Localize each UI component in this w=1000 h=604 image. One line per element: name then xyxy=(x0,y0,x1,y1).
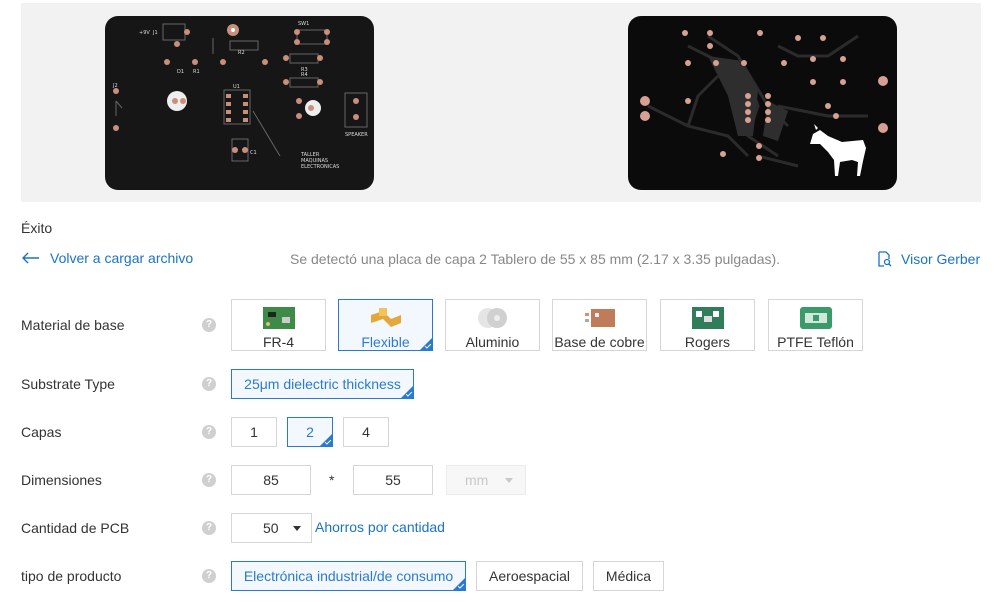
deer-logo xyxy=(810,124,866,176)
width-input[interactable]: 55 xyxy=(353,465,433,495)
help-icon[interactable]: ? xyxy=(202,318,216,332)
pcb-preview: +9V J1 SW1 R2 D1 R1 R3 R4 J2 U1 SPEAKER … xyxy=(21,3,981,202)
file-search-icon xyxy=(878,251,892,267)
layers-1[interactable]: 1 xyxy=(231,417,277,447)
rogers-pcb-icon xyxy=(691,307,724,329)
ptfe-pcb-icon xyxy=(799,307,832,329)
fr4-board-icon xyxy=(262,307,295,329)
dimensions-label: Dimensiones xyxy=(21,472,102,488)
layers-4[interactable]: 4 xyxy=(343,417,389,447)
chevron-down-icon xyxy=(293,526,301,531)
layers-label: Capas xyxy=(21,424,62,440)
copper-base-icon xyxy=(584,309,615,327)
label-speaker: SPEAKER xyxy=(345,132,368,138)
chevron-down-icon xyxy=(505,478,513,483)
material-base-de-cobre[interactable]: Base de cobre xyxy=(552,299,647,351)
material-ptfe-teflon-label: PTFE Teflón xyxy=(777,334,854,350)
unit-select-value: mm xyxy=(465,472,489,488)
label-sw1: SW1 xyxy=(298,21,309,27)
unit-select[interactable]: mm xyxy=(446,465,526,495)
help-icon[interactable]: ? xyxy=(202,569,216,583)
label-r2: R2 xyxy=(238,50,245,56)
detection-message: Se detectó una placa de capa 2 Tablero d… xyxy=(290,251,781,267)
substrate-label: Substrate Type xyxy=(21,376,115,392)
dimension-separator: * xyxy=(329,472,335,488)
product-type-label: tipo de producto xyxy=(21,568,122,584)
material-flexible-label: Flexible xyxy=(361,334,410,350)
material-rogers-label: Rogers xyxy=(684,334,731,350)
material-ptfe-teflon[interactable]: PTFE Teflón xyxy=(768,299,863,351)
upload-status: Éxito xyxy=(21,220,53,236)
material-aluminio[interactable]: Aluminio xyxy=(445,299,540,351)
label-c1: C1 xyxy=(250,150,257,156)
gerber-viewer-label: Visor Gerber xyxy=(901,251,981,267)
pcb-top-view: +9V J1 SW1 R2 D1 R1 R3 R4 J2 U1 SPEAKER … xyxy=(105,16,374,190)
help-icon[interactable]: ? xyxy=(202,521,216,535)
product-type-industrial[interactable]: Electrónica industrial/de consumo xyxy=(231,561,466,591)
quantity-select[interactable]: 50 xyxy=(231,513,312,543)
label-r4: R4 xyxy=(301,72,308,78)
length-input[interactable]: 85 xyxy=(231,465,311,495)
arrow-left-icon xyxy=(22,252,39,264)
help-icon[interactable]: ? xyxy=(202,377,216,391)
quantity-value: 50 xyxy=(263,520,279,536)
label-u1: U1 xyxy=(233,84,240,90)
gerber-viewer-link[interactable]: Visor Gerber xyxy=(876,251,980,267)
pcb-bottom-view xyxy=(628,16,897,190)
back-to-upload-label: Volver a cargar archivo xyxy=(50,250,194,266)
help-icon[interactable]: ? xyxy=(202,425,216,439)
label-j2: J2 xyxy=(112,83,118,89)
aluminum-pcb-icon xyxy=(477,308,507,328)
material-flexible[interactable]: Flexible xyxy=(338,299,433,351)
material-rogers[interactable]: Rogers xyxy=(660,299,755,351)
back-to-upload-link[interactable]: Volver a cargar archivo xyxy=(21,250,193,266)
flex-pcb-icon xyxy=(370,308,401,327)
quantity-label: Cantidad de PCB xyxy=(21,520,130,536)
layers-2[interactable]: 2 xyxy=(287,417,333,447)
material-base-de-cobre-label: Base de cobre xyxy=(554,334,645,350)
label-taller-3: ELECTRONICAS xyxy=(301,164,339,170)
material-fr4[interactable]: FR-4 xyxy=(231,299,326,351)
label-r1: R1 xyxy=(193,69,200,75)
help-icon[interactable]: ? xyxy=(202,473,216,487)
label-d1: D1 xyxy=(177,69,184,75)
product-type-aeroespacial[interactable]: Aeroespacial xyxy=(476,561,583,591)
product-type-medica[interactable]: Médica xyxy=(593,561,664,591)
material-fr4-label: FR-4 xyxy=(262,334,295,350)
substrate-25um[interactable]: 25μm dielectric thickness xyxy=(231,369,414,399)
label-plus9v: +9V xyxy=(139,30,150,36)
material-label: Material de base xyxy=(21,317,125,333)
label-j1: J1 xyxy=(152,30,158,36)
quantity-savings-link[interactable]: Ahorros por cantidad xyxy=(315,519,445,535)
material-aluminio-label: Aluminio xyxy=(465,334,520,350)
